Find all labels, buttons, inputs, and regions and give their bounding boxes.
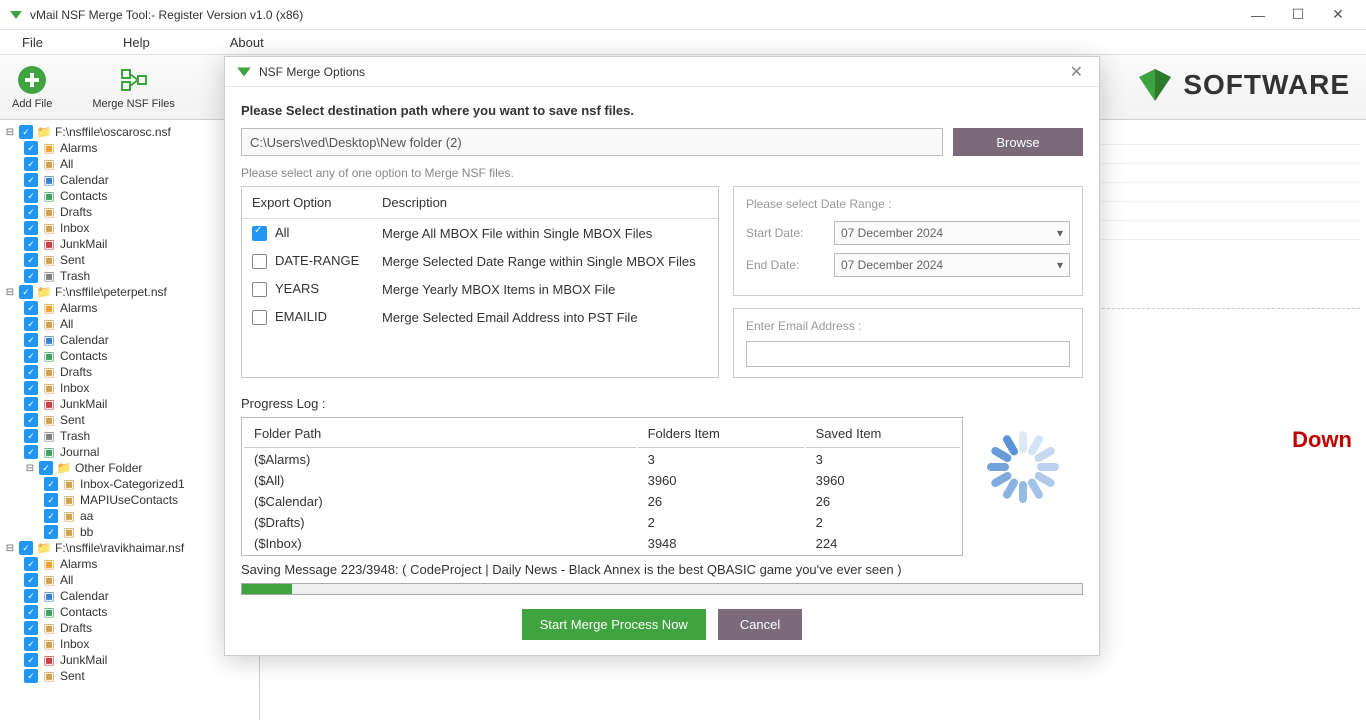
tree-folder-node[interactable]: ✓▣JunkMail: [24, 236, 255, 252]
tree-folder-node[interactable]: ✓▣Drafts: [24, 620, 255, 636]
progress-row: ($Inbox)3948224: [244, 534, 960, 553]
tree-other-folder[interactable]: ⊟✓📁Other Folder: [24, 460, 255, 476]
end-date-label: End Date:: [746, 258, 826, 272]
menu-help[interactable]: Help: [113, 33, 160, 52]
browse-button[interactable]: Browse: [953, 128, 1083, 156]
destination-label: Please Select destination path where you…: [241, 103, 1083, 118]
col-description: Description: [372, 187, 718, 219]
tree-folder-node[interactable]: ✓▣All: [24, 316, 255, 332]
cancel-button[interactable]: Cancel: [718, 609, 802, 640]
tree-folder-node[interactable]: ✓▣Sent: [24, 412, 255, 428]
merge-options-dialog: NSF Merge Options ✕ Please Select destin…: [224, 56, 1100, 656]
add-file-button[interactable]: Add File: [12, 64, 52, 110]
tree-folder-node[interactable]: ✓▣Drafts: [24, 364, 255, 380]
tree-folder-node[interactable]: ✓▣Contacts: [24, 604, 255, 620]
export-option-row[interactable]: AllMerge All MBOX File within Single MBO…: [242, 219, 718, 248]
brand-text: SOFTWARE: [1183, 69, 1350, 101]
option-checkbox[interactable]: [252, 310, 267, 325]
tree-file-node[interactable]: ⊟✓📁F:\nsffile\oscarosc.nsf: [4, 124, 255, 140]
tree-folder-node[interactable]: ✓▣Calendar: [24, 172, 255, 188]
calendar-icon: ▾: [1057, 258, 1063, 272]
progress-row: ($All)39603960: [244, 471, 960, 490]
dialog-title: NSF Merge Options: [259, 65, 1064, 79]
tree-folder-node[interactable]: ✓▣Alarms: [24, 556, 255, 572]
tree-folder-node[interactable]: ✓▣Trash: [24, 268, 255, 284]
merge-icon: [118, 64, 150, 96]
tree-folder-node[interactable]: ✓▣Calendar: [24, 588, 255, 604]
tree-folder-node[interactable]: ✓▣Calendar: [24, 332, 255, 348]
tree-file-node[interactable]: ⊟✓📁F:\nsffile\peterpet.nsf: [4, 284, 255, 300]
tree-folder-node[interactable]: ✓▣Drafts: [24, 204, 255, 220]
col-saved-item: Saved Item: [806, 420, 960, 448]
export-options-table: Export Option Description AllMerge All M…: [241, 186, 719, 378]
progress-bar: [241, 583, 1083, 595]
window-title: vMail NSF Merge Tool:- Register Version …: [30, 8, 1238, 22]
menu-about[interactable]: About: [220, 33, 274, 52]
export-option-row[interactable]: EMAILIDMerge Selected Email Address into…: [242, 303, 718, 331]
dialog-close-button[interactable]: ✕: [1064, 62, 1089, 82]
progress-row: ($Alarms)33: [244, 450, 960, 469]
email-label: Enter Email Address :: [746, 319, 1070, 333]
tree-folder-node[interactable]: ✓▣Alarms: [24, 140, 255, 156]
spinner-icon: [983, 427, 1063, 507]
folder-tree[interactable]: ⊟✓📁F:\nsffile\oscarosc.nsf✓▣Alarms✓▣All✓…: [0, 120, 260, 720]
destination-input[interactable]: [241, 128, 943, 156]
tree-folder-node[interactable]: ✓▣Inbox: [24, 636, 255, 652]
export-option-row[interactable]: YEARSMerge Yearly MBOX Items in MBOX Fil…: [242, 275, 718, 303]
menubar: File Help About: [0, 30, 1366, 54]
tree-folder-node[interactable]: ✓▣JunkMail: [24, 652, 255, 668]
email-input[interactable]: [746, 341, 1070, 367]
tree-folder-node[interactable]: ✓▣Inbox: [24, 380, 255, 396]
export-option-row[interactable]: DATE-RANGEMerge Selected Date Range with…: [242, 247, 718, 275]
tree-file-node[interactable]: ⊟✓📁F:\nsffile\ravikhaimar.nsf: [4, 540, 255, 556]
maximize-button[interactable]: ☐: [1278, 1, 1318, 29]
dialog-icon: [235, 63, 253, 81]
date-range-box: Please select Date Range : Start Date: 0…: [733, 186, 1083, 296]
brand-logo: SOFTWARE: [1135, 65, 1350, 105]
email-address-box: Enter Email Address :: [733, 308, 1083, 378]
tree-folder-node[interactable]: ✓▣Inbox: [24, 220, 255, 236]
close-button[interactable]: ✕: [1318, 1, 1358, 29]
tree-folder-node[interactable]: ✓▣Contacts: [24, 188, 255, 204]
tree-folder-node[interactable]: ✓▣JunkMail: [24, 396, 255, 412]
option-section-label: Please select any of one option to Merge…: [241, 166, 1083, 180]
merge-nsf-label: Merge NSF Files: [92, 98, 175, 110]
date-range-title: Please select Date Range :: [746, 197, 1070, 211]
minimize-button[interactable]: —: [1238, 1, 1278, 29]
option-checkbox[interactable]: [252, 254, 267, 269]
progress-row: ($Drafts)22: [244, 513, 960, 532]
menu-file[interactable]: File: [12, 33, 53, 52]
option-checkbox[interactable]: [252, 282, 267, 297]
tree-folder-node[interactable]: ✓▣Sent: [24, 668, 255, 684]
plus-icon: [16, 64, 48, 96]
col-folder-path: Folder Path: [244, 420, 636, 448]
status-message: Saving Message 223/3948: ( CodeProject |…: [241, 562, 1083, 577]
calendar-icon: ▾: [1057, 226, 1063, 240]
headline-partial: Down: [1292, 427, 1352, 452]
tree-folder-node[interactable]: ✓▣All: [24, 572, 255, 588]
start-date-picker[interactable]: 07 December 2024▾: [834, 221, 1070, 245]
progress-row: ($Calendar)2626: [244, 492, 960, 511]
titlebar: vMail NSF Merge Tool:- Register Version …: [0, 0, 1366, 30]
add-file-label: Add File: [12, 98, 52, 110]
col-export-option: Export Option: [242, 187, 372, 219]
progress-table: Folder Path Folders Item Saved Item ($Al…: [241, 417, 963, 556]
tree-folder-node[interactable]: ✓▣Trash: [24, 428, 255, 444]
tree-folder-node[interactable]: ✓▣Alarms: [24, 300, 255, 316]
dialog-titlebar: NSF Merge Options ✕: [225, 57, 1099, 87]
app-icon: [8, 7, 24, 23]
tree-folder-node[interactable]: ✓▣Journal: [24, 444, 255, 460]
progress-log-label: Progress Log :: [241, 396, 1083, 411]
brand-icon: [1135, 65, 1175, 105]
start-date-label: Start Date:: [746, 226, 826, 240]
tree-folder-node[interactable]: ✓▣Sent: [24, 252, 255, 268]
merge-nsf-button[interactable]: Merge NSF Files: [92, 64, 175, 110]
start-merge-button[interactable]: Start Merge Process Now: [522, 609, 706, 640]
col-folders-item: Folders Item: [638, 420, 804, 448]
option-checkbox[interactable]: [252, 226, 267, 241]
tree-folder-node[interactable]: ✓▣Contacts: [24, 348, 255, 364]
tree-folder-node[interactable]: ✓▣All: [24, 156, 255, 172]
end-date-picker[interactable]: 07 December 2024▾: [834, 253, 1070, 277]
